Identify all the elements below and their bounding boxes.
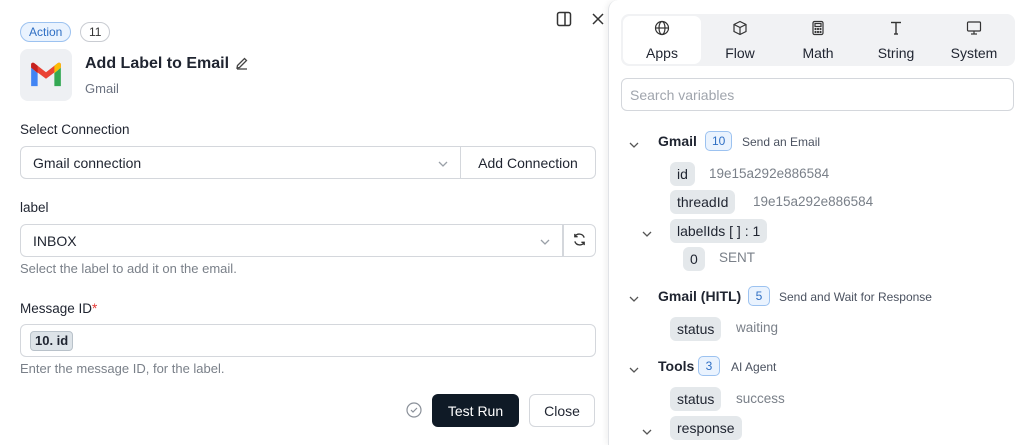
check-circle-icon xyxy=(406,402,422,418)
label-helper-text: Select the label to add it on the email. xyxy=(20,261,237,276)
chevron-down-icon xyxy=(539,235,551,247)
group-step-badge: 5 xyxy=(748,286,770,306)
variable-key[interactable]: id xyxy=(670,162,695,186)
message-id-label: Message ID* xyxy=(20,301,98,316)
variable-value: success xyxy=(736,391,785,406)
cube-icon xyxy=(732,20,748,39)
chevron-down-icon[interactable] xyxy=(642,226,652,237)
tab-apps[interactable]: Apps xyxy=(623,16,701,64)
connection-value: Gmail connection xyxy=(33,155,142,171)
tab-string-label: String xyxy=(877,44,915,61)
variable-key[interactable]: labelIds [ ] : 1 xyxy=(670,219,768,243)
variable-key[interactable]: 0 xyxy=(683,247,705,271)
test-run-button[interactable]: Test Run xyxy=(432,394,519,427)
variable-category-tabs: Apps Flow Math String System xyxy=(621,14,1015,66)
step-number-badge: 11 xyxy=(80,22,111,42)
close-icon[interactable] xyxy=(589,10,607,28)
group-description: Send and Wait for Response xyxy=(779,290,932,304)
variable-key[interactable]: threadId xyxy=(670,190,736,214)
chevron-down-icon xyxy=(437,157,449,169)
tab-math-label: Math xyxy=(802,44,834,61)
monitor-icon xyxy=(966,20,982,39)
globe-icon xyxy=(654,20,670,39)
label-value: INBOX xyxy=(33,233,77,249)
variable-value: SENT xyxy=(719,250,756,265)
chevron-down-icon[interactable] xyxy=(642,424,652,435)
variable-key[interactable]: status xyxy=(670,387,722,411)
refresh-button[interactable] xyxy=(563,224,596,257)
group-name[interactable]: Gmail xyxy=(658,133,697,149)
close-button[interactable]: Close xyxy=(529,394,595,427)
chevron-down-icon[interactable] xyxy=(629,362,639,373)
required-mark: * xyxy=(92,301,98,316)
group-description: AI Agent xyxy=(731,360,777,374)
tab-math[interactable]: Math xyxy=(779,16,857,64)
refresh-icon xyxy=(572,232,587,250)
tab-system[interactable]: System xyxy=(935,16,1013,64)
add-connection-button[interactable]: Add Connection xyxy=(460,146,596,179)
variable-chip[interactable]: 10. id xyxy=(30,331,74,351)
chevron-down-icon[interactable] xyxy=(629,137,639,148)
tab-system-label: System xyxy=(950,44,998,61)
variables-panel: Apps Flow Math String System Gmail 10 Se… xyxy=(608,0,1024,445)
app-name: Gmail xyxy=(85,81,119,96)
tab-apps-label: Apps xyxy=(646,44,678,61)
step-config-panel: Action 11 Add Label to Email Gmail Selec… xyxy=(0,0,612,445)
message-id-input[interactable]: 10. id xyxy=(20,324,596,357)
connection-label: Select Connection xyxy=(20,122,130,137)
group-name[interactable]: Gmail (HITL) xyxy=(658,288,741,304)
connection-select[interactable]: Gmail connection xyxy=(20,146,461,179)
variable-value: 19e15a292e886584 xyxy=(709,166,830,181)
search-variables-field[interactable] xyxy=(621,78,1014,111)
label-field-label: label xyxy=(20,200,49,215)
variable-value: waiting xyxy=(736,320,779,335)
gmail-app-icon xyxy=(20,49,72,101)
text-icon xyxy=(888,20,904,39)
chevron-down-icon[interactable] xyxy=(629,291,639,302)
group-step-badge: 3 xyxy=(698,356,720,376)
group-description: Send an Email xyxy=(742,135,821,149)
search-input[interactable] xyxy=(622,79,1013,110)
group-step-badge: 10 xyxy=(705,131,733,151)
variable-value: 19e15a292e886584 xyxy=(753,194,874,209)
variable-key[interactable]: response xyxy=(670,416,742,440)
sidebar-toggle-icon[interactable] xyxy=(555,10,573,28)
edit-icon[interactable] xyxy=(235,56,249,70)
tab-flow-label: Flow xyxy=(725,44,755,61)
step-title: Add Label to Email xyxy=(85,55,230,72)
calculator-icon xyxy=(810,20,826,39)
action-badge: Action xyxy=(20,22,72,42)
tab-string[interactable]: String xyxy=(857,16,935,64)
label-select[interactable]: INBOX xyxy=(20,224,563,257)
variable-key[interactable]: status xyxy=(670,317,722,341)
group-name[interactable]: Tools xyxy=(658,358,694,374)
tab-flow[interactable]: Flow xyxy=(701,16,779,64)
message-id-helper-text: Enter the message ID, for the label. xyxy=(20,361,225,376)
